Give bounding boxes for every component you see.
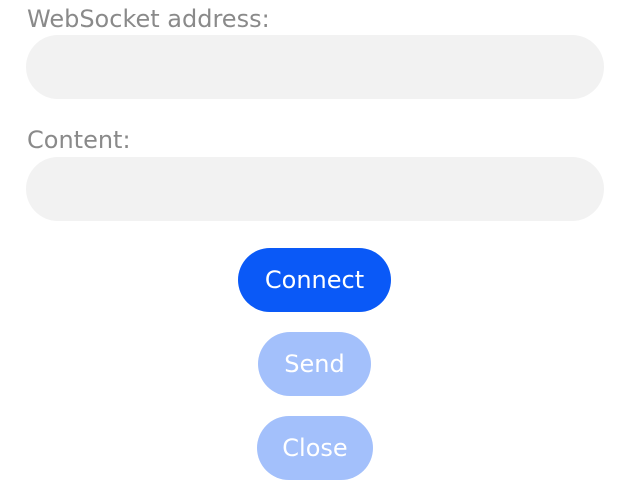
websocket-page: WebSocket address: Content: Connect Send… bbox=[0, 0, 630, 484]
websocket-address-label: WebSocket address: bbox=[27, 5, 270, 33]
content-input[interactable] bbox=[26, 157, 604, 221]
close-button[interactable]: Close bbox=[257, 416, 373, 480]
websocket-address-input[interactable] bbox=[26, 35, 604, 99]
send-button[interactable]: Send bbox=[258, 332, 371, 396]
connect-button[interactable]: Connect bbox=[238, 248, 391, 312]
content-label: Content: bbox=[27, 126, 131, 154]
